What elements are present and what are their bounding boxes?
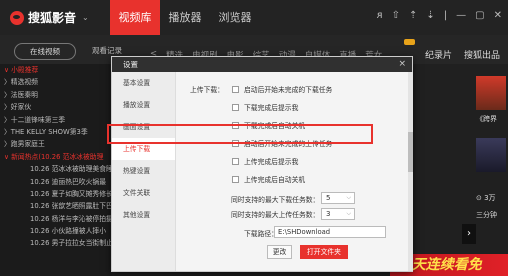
dialog-scrollbar-thumb[interactable]	[408, 132, 413, 172]
checkbox-label: 启动后开始未完成的下载任务	[244, 86, 333, 94]
category-sohu-original[interactable]: 搜狐出品	[464, 48, 500, 61]
list-item[interactable]: 10.26 范冰冰被助理美食睡	[0, 163, 112, 175]
checkbox-shutdown-upload[interactable]: 上传完成后自动关机	[232, 174, 305, 184]
max-download-select[interactable]: 5 ⌵	[321, 192, 355, 204]
highlight-box	[107, 124, 373, 144]
checkbox-notify-download[interactable]: 下载完成后提示我	[232, 102, 298, 112]
next-arrow-icon[interactable]: ›	[462, 224, 476, 244]
app-logo: 搜狐影音 ⌄	[10, 9, 89, 26]
settings-sidebar: 基本设置 播放设置 画面设置 上传下载 热键设置 文件关联 其他设置	[112, 72, 176, 271]
checkbox-label: 上传完成后自动关机	[244, 176, 306, 184]
list-item[interactable]: 〉好家伙	[0, 101, 112, 113]
tab-browser[interactable]: 浏览器	[210, 0, 260, 35]
upload-download-label: 上传下载：	[190, 86, 224, 94]
list-item[interactable]: ∨ 新闻热点(10.26 范冰冰被助理	[0, 151, 112, 163]
list-item[interactable]: ∨ 小殿推荐	[0, 64, 112, 76]
user-icon[interactable]: ᴙ	[377, 10, 383, 21]
sohu-logo-icon	[10, 10, 24, 25]
upload-icon[interactable]: ⇡	[409, 10, 417, 21]
video-thumbnail[interactable]	[476, 76, 506, 110]
watch-record-link[interactable]: 观看记录	[92, 45, 122, 56]
sidebar-item-basic[interactable]: 基本设置	[112, 72, 175, 94]
list-item[interactable]: 10.26 夏子如胸又摊秀修长	[0, 188, 112, 200]
shirt-icon[interactable]: ⇧	[392, 10, 400, 21]
list-item[interactable]: 10.26 男子拉拉女当街制止	[0, 237, 112, 249]
list-item[interactable]: 10.26 迪丽热巴吹火锅最	[0, 176, 112, 188]
settings-dialog: 设置 × 基本设置 播放设置 画面设置 上传下载 热键设置 文件关联 其他设置 …	[111, 56, 413, 272]
window-controls: ᴙ ⇧ ⇡ ⇣ | — ▢ ✕	[377, 10, 502, 21]
online-video-button[interactable]: 在线视频	[14, 43, 76, 60]
thumbnail-caption: 《跨界	[476, 115, 497, 123]
change-path-button[interactable]: 更改	[267, 245, 292, 259]
checkbox[interactable]	[232, 103, 239, 111]
checkbox-resume-downloads[interactable]: 启动后开始未完成的下载任务	[232, 84, 332, 94]
list-item[interactable]: 〉精选视频	[0, 76, 112, 88]
maximize-icon[interactable]: ▢	[475, 10, 484, 21]
settings-body: 上传下载： 启动后开始未完成的下载任务 下载完成后提示我 下载完成后自动关机 启…	[176, 72, 408, 271]
list-item[interactable]: 10.26 小伙路撞被人摔小	[0, 225, 112, 237]
close-icon[interactable]: ✕	[494, 10, 502, 21]
sidebar-item-playback[interactable]: 播放设置	[112, 94, 175, 116]
checkbox[interactable]	[232, 175, 239, 183]
max-upload-label: 同时支持的最大上传任务数：	[231, 211, 320, 219]
list-item[interactable]: 〉十二道锋味第三季	[0, 114, 112, 126]
checkbox[interactable]	[232, 157, 239, 165]
download-path-input[interactable]: E:\SHDownload	[274, 226, 386, 238]
tab-video-library[interactable]: 视频库	[110, 0, 160, 35]
video-thumbnail[interactable]	[476, 138, 506, 172]
sidebar-item-other[interactable]: 其他设置	[112, 204, 175, 226]
chevron-down-icon: ⌵	[346, 194, 351, 201]
open-folder-button[interactable]: 打开文件夹	[300, 245, 348, 259]
thumbnail-caption: 三分钟	[476, 211, 497, 219]
download-path-label: 下载路径：	[244, 230, 278, 238]
checkbox-label: 上传完成后提示我	[244, 158, 299, 166]
separator: |	[443, 10, 448, 21]
dialog-scrollbar[interactable]	[408, 72, 413, 271]
max-upload-value: 3	[326, 210, 331, 218]
left-playlist: ∨ 小殿推荐 〉精选视频 〉法医秦明 〉好家伙 〉十二道锋味第三季 〉THE K…	[0, 64, 112, 276]
dialog-title-bar[interactable]: 设置 ×	[112, 57, 412, 72]
sidebar-item-hotkeys[interactable]: 热键设置	[112, 160, 175, 182]
max-download-value: 5	[326, 194, 331, 202]
list-item[interactable]: 10.26 杨洋与李沁被停拍摄	[0, 213, 112, 225]
category-documentary[interactable]: 纪录片	[425, 48, 452, 61]
tab-player[interactable]: 播放器	[160, 0, 210, 35]
thumbnail-caption: ⊙ 3万	[476, 194, 496, 202]
list-item[interactable]: 10.26 张歆艺晒照露肚下巴	[0, 200, 112, 212]
thumbnail-column: 《跨界 ⊙ 3万 三分钟 ›	[410, 64, 508, 276]
chevron-down-icon: ⌵	[346, 210, 351, 217]
max-download-label: 同时支持的最大下载任务数：	[231, 196, 320, 204]
list-item[interactable]: 〉法医秦明	[0, 89, 112, 101]
dialog-title: 设置	[123, 60, 138, 69]
list-item[interactable]: 〉跑男家庭王	[0, 138, 112, 150]
vip-badge	[404, 39, 415, 45]
app-name: 搜狐影音	[28, 11, 77, 25]
close-icon[interactable]: ×	[398, 57, 406, 72]
sidebar-item-file-association[interactable]: 文件关联	[112, 182, 175, 204]
checkbox-notify-upload[interactable]: 上传完成后提示我	[232, 156, 298, 166]
checkbox-label: 下载完成后提示我	[244, 104, 299, 112]
chevron-down-icon[interactable]: ⌄	[82, 13, 89, 22]
checkbox[interactable]	[232, 85, 239, 93]
list-item[interactable]: 〉THE KELLY SHOW第3季	[0, 126, 112, 138]
minimize-icon[interactable]: —	[456, 10, 466, 21]
top-bar: 搜狐影音 ⌄ 视频库 播放器 浏览器 ᴙ ⇧ ⇡ ⇣ | — ▢ ✕	[0, 0, 508, 35]
download-icon[interactable]: ⇣	[426, 10, 434, 21]
max-upload-select[interactable]: 3 ⌵	[321, 208, 355, 220]
